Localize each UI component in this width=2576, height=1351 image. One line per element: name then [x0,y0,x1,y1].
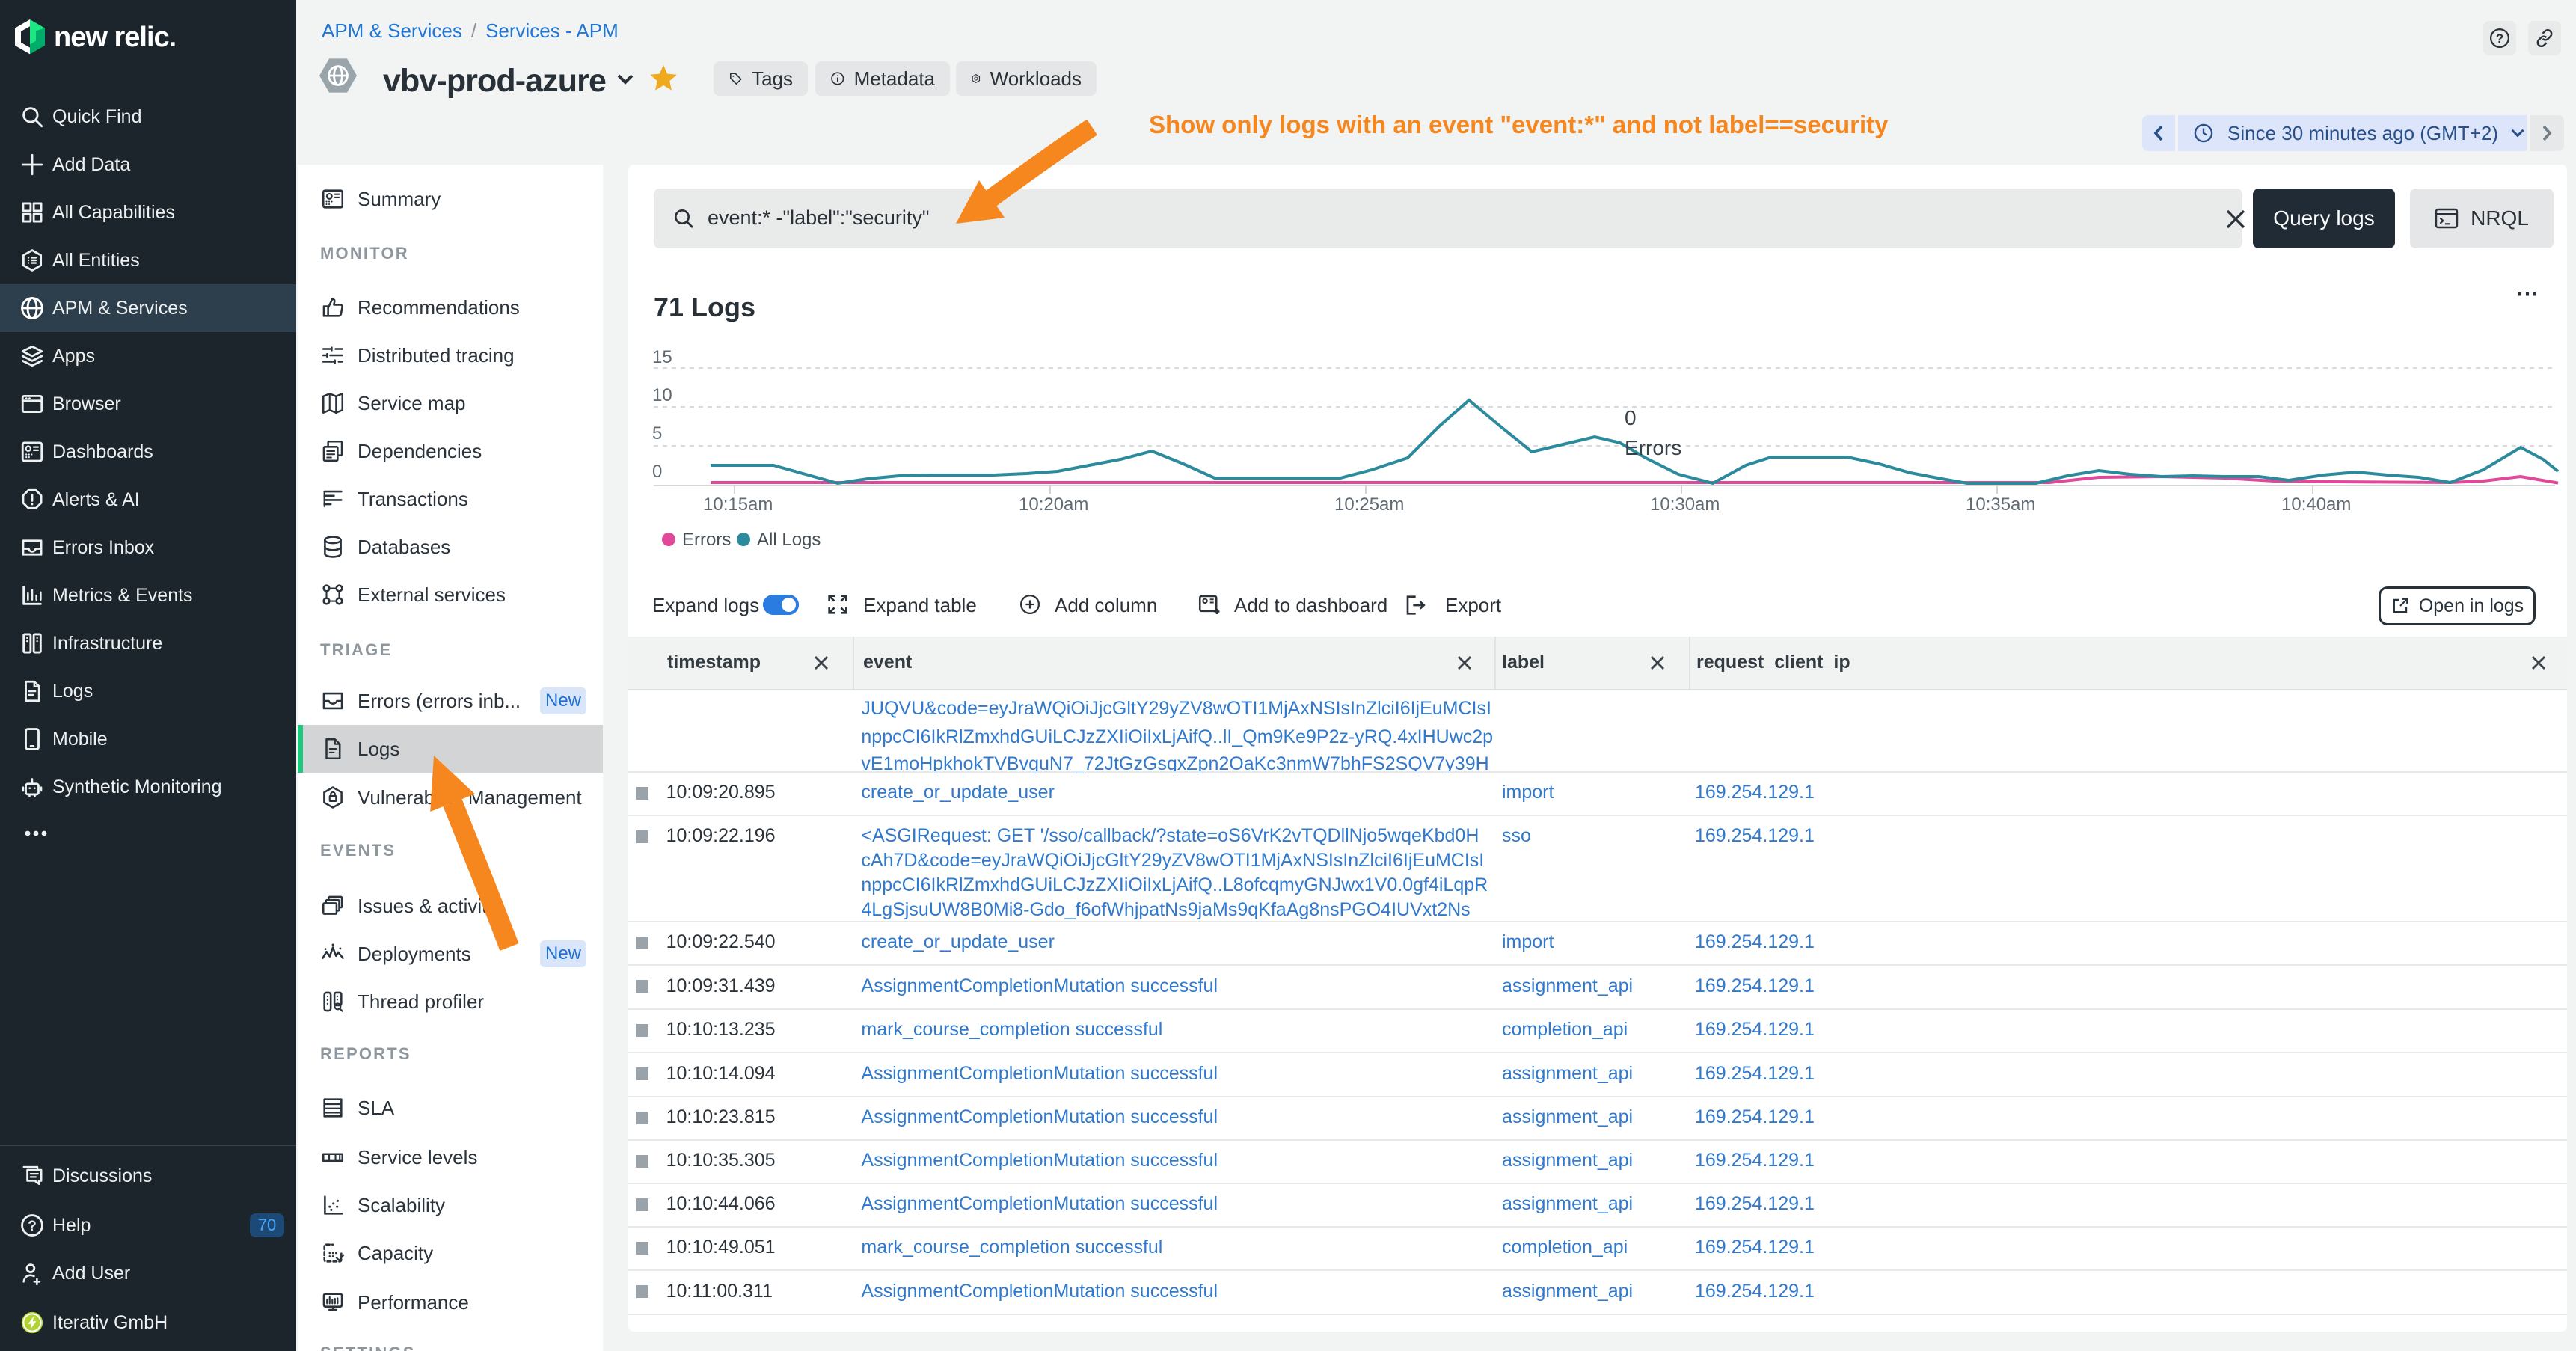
svg-text:15: 15 [652,347,672,367]
svg-text:Errors: Errors [1625,436,1681,459]
svg-text:0: 0 [652,462,662,482]
svg-text:10:15am: 10:15am [703,494,773,515]
svg-text:10:25am: 10:25am [1334,494,1404,515]
svg-text:10:30am: 10:30am [1650,494,1720,515]
svg-text:?: ? [28,1219,37,1234]
svg-text:0: 0 [1625,406,1637,429]
svg-text:All Logs: All Logs [757,530,821,550]
svg-text:?: ? [2496,31,2503,46]
svg-text:10:35am: 10:35am [1966,494,2035,515]
svg-text:Errors: Errors [682,530,731,550]
svg-text:5: 5 [652,423,662,444]
svg-text:10: 10 [652,385,672,405]
svg-text:10:40am: 10:40am [2281,494,2351,515]
svg-text:new relic.: new relic. [54,22,176,53]
svg-text:10:20am: 10:20am [1019,494,1088,515]
